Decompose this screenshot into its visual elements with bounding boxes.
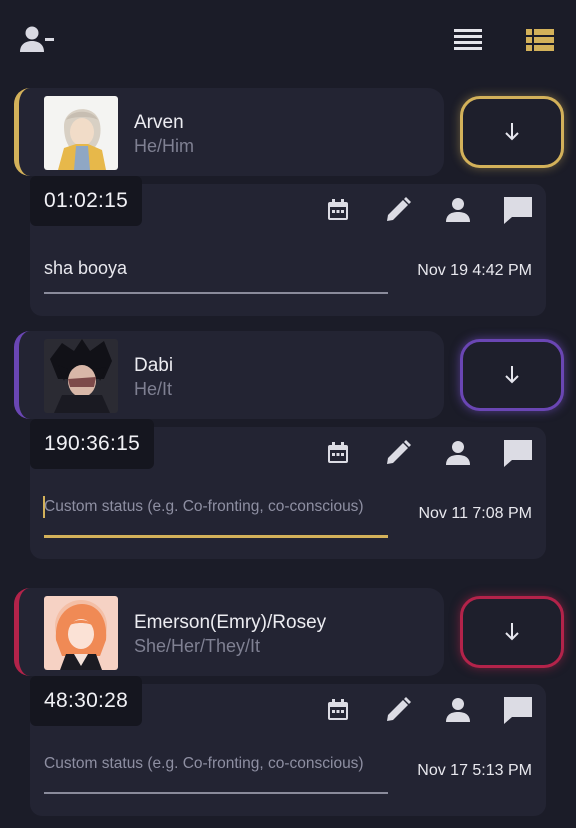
chat-icon[interactable] bbox=[500, 692, 536, 728]
pencil-icon[interactable] bbox=[380, 692, 416, 728]
member-pronouns: She/Her/They/It bbox=[134, 636, 261, 656]
member-name: Arven bbox=[134, 112, 184, 133]
move-down-button[interactable] bbox=[460, 339, 564, 411]
pencil-icon[interactable] bbox=[380, 435, 416, 471]
status-underline bbox=[44, 535, 388, 538]
calendar-icon[interactable] bbox=[320, 692, 356, 728]
arrow-down-icon bbox=[505, 366, 519, 384]
member-actions bbox=[0, 435, 576, 475]
top-toolbar bbox=[0, 0, 576, 80]
arrow-down-icon bbox=[505, 123, 519, 141]
list-view-icon[interactable] bbox=[452, 26, 484, 54]
person-icon[interactable] bbox=[440, 192, 476, 228]
member-name: Emerson(Emry)/Rosey bbox=[134, 612, 327, 633]
avatar bbox=[44, 96, 118, 170]
member-actions bbox=[0, 192, 576, 232]
front-start-date: Nov 11 7:08 PM bbox=[418, 505, 532, 522]
avatar bbox=[44, 339, 118, 413]
move-down-button[interactable] bbox=[460, 96, 564, 168]
custom-status-input[interactable]: Custom status (e.g. Co-fronting, co-cons… bbox=[44, 497, 388, 516]
pencil-icon[interactable] bbox=[380, 192, 416, 228]
arrow-down-icon bbox=[505, 623, 519, 641]
text-caret bbox=[43, 496, 45, 518]
move-down-button[interactable] bbox=[460, 596, 564, 668]
member-card: Dabi He/It 190:36:15 Custom status (e.g.… bbox=[0, 331, 576, 571]
member-pronouns: He/Him bbox=[134, 136, 195, 156]
member-card: Emerson(Emry)/Rosey She/Her/They/It 48:3… bbox=[0, 588, 576, 828]
member-name: Dabi bbox=[134, 355, 174, 376]
grid-view-icon[interactable] bbox=[524, 26, 556, 54]
status-underline bbox=[44, 792, 388, 794]
member-pronouns: He/It bbox=[134, 379, 173, 399]
person-icon[interactable] bbox=[440, 435, 476, 471]
avatar bbox=[44, 596, 118, 670]
status-underline bbox=[44, 292, 388, 294]
chat-icon[interactable] bbox=[500, 192, 536, 228]
calendar-icon[interactable] bbox=[320, 435, 356, 471]
calendar-icon[interactable] bbox=[320, 192, 356, 228]
chat-icon[interactable] bbox=[500, 435, 536, 471]
front-start-date: Nov 19 4:42 PM bbox=[417, 262, 532, 279]
custom-status-input[interactable]: Custom status (e.g. Co-fronting, co-cons… bbox=[44, 754, 388, 773]
front-start-date: Nov 17 5:13 PM bbox=[417, 762, 532, 779]
member-card: Arven He/Him 01:02:15 sha booya Nov 19 4… bbox=[0, 88, 576, 328]
custom-status-input[interactable]: sha booya bbox=[44, 258, 388, 279]
person-remove-icon[interactable] bbox=[18, 24, 56, 56]
member-actions bbox=[0, 692, 576, 732]
person-icon[interactable] bbox=[440, 692, 476, 728]
